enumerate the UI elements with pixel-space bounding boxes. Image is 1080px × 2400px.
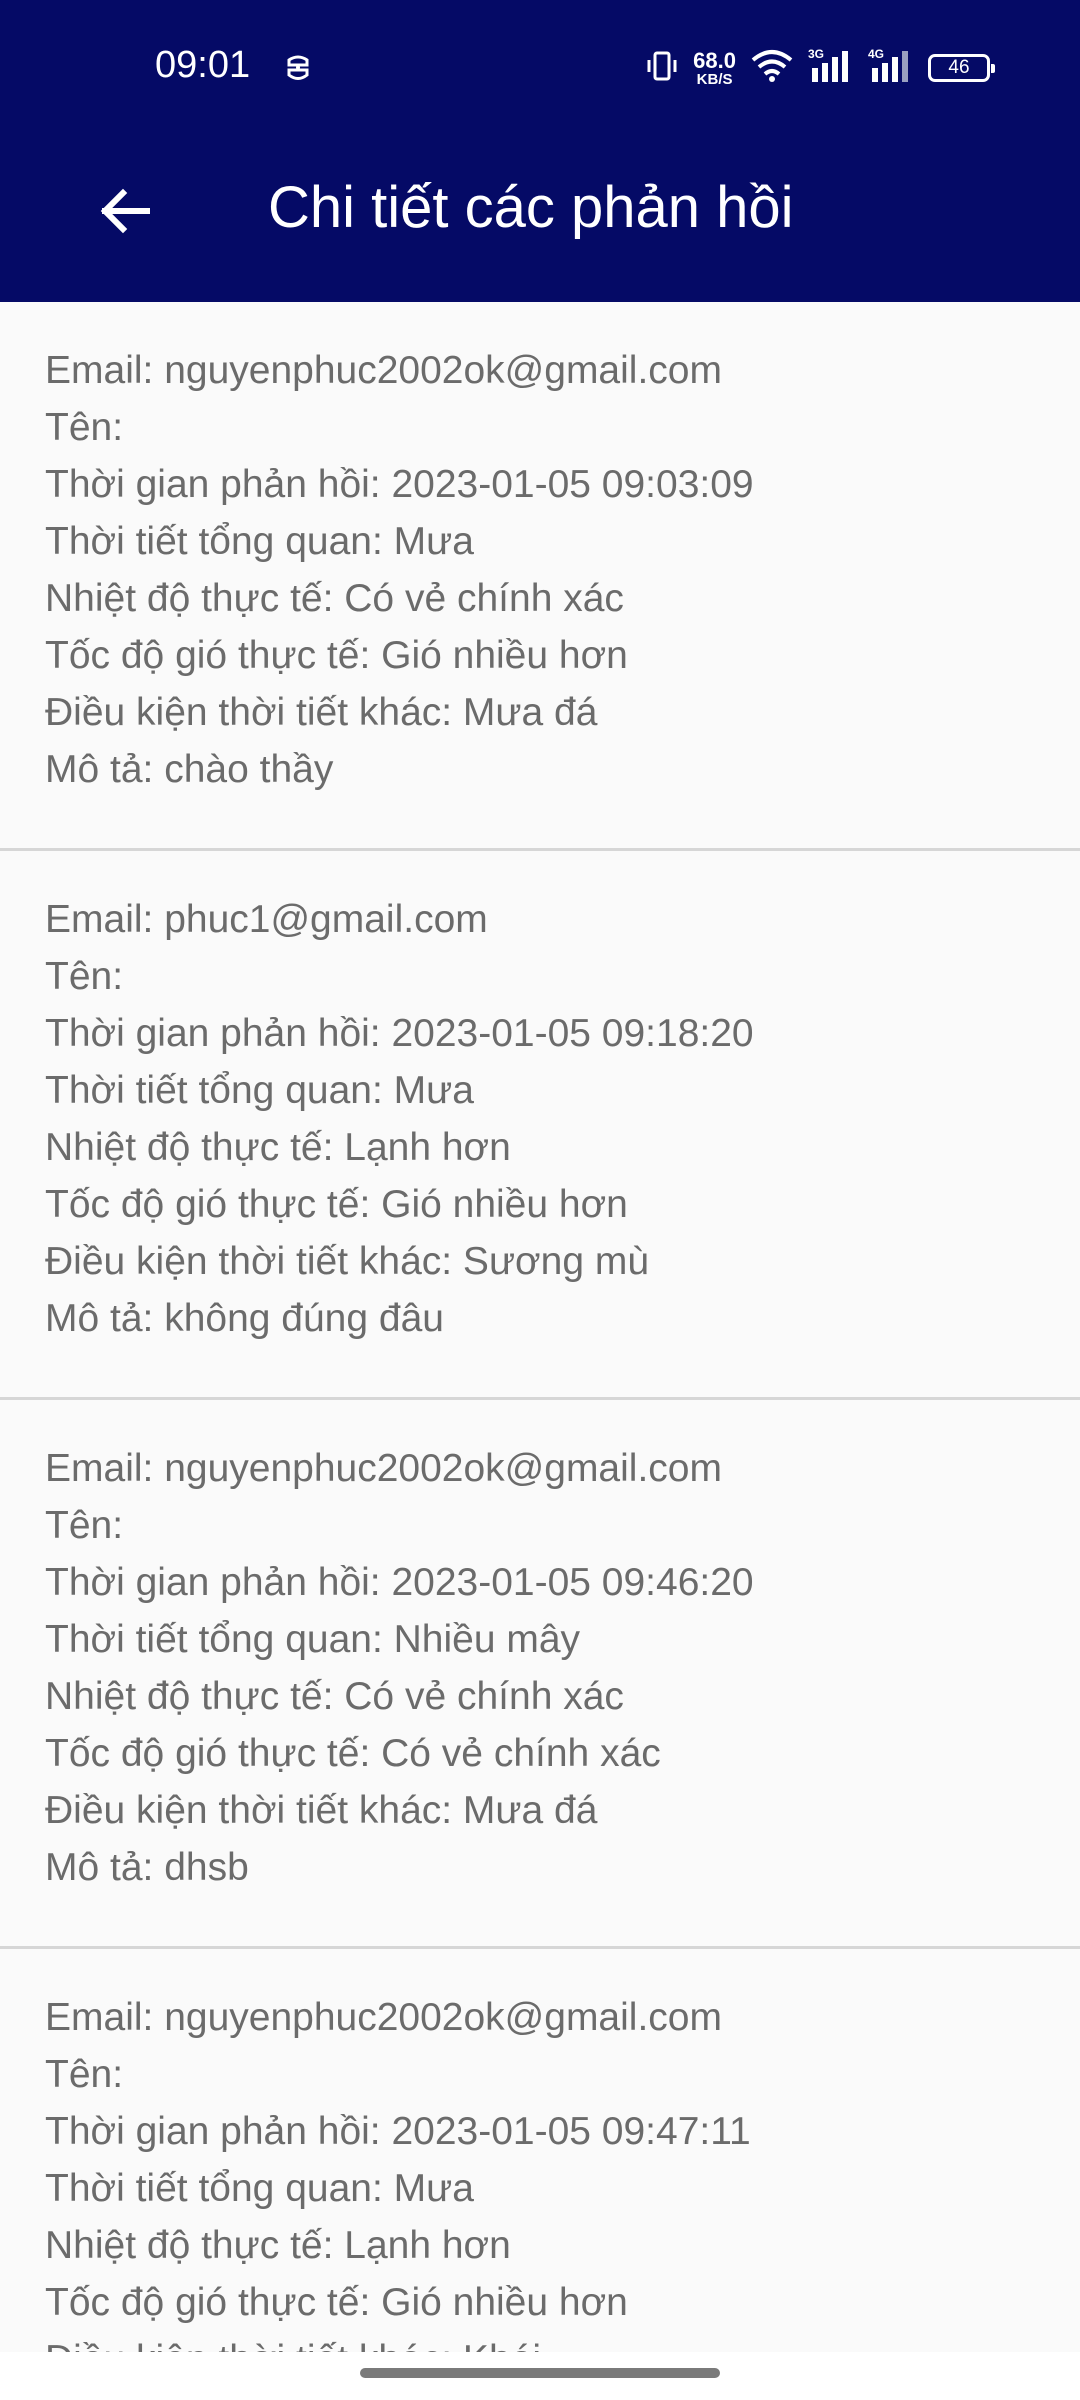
feedback-actual-wind-speed: Tốc độ gió thực tế: Gió nhiều hơn [45,2281,628,2324]
feedback-email: Email: phuc1@gmail.com [45,898,488,941]
feedback-actual-temperature: Nhiệt độ thực tế: Có vẻ chính xác [45,1675,624,1718]
feedback-other-conditions: Điều kiện thời tiết khác: Mưa đá [45,691,598,734]
signal-icon: 4G [868,47,914,89]
feedback-time: Thời gian phản hồi: 2023-01-05 09:47:11 [45,2110,751,2153]
signal-icon: 3G [808,47,854,89]
feedback-actual-temperature: Nhiệt độ thực tế: Lạnh hơn [45,2224,511,2267]
status-bar: 09:01 68.0 KB/S 3G 4G 46 [0,0,1080,130]
wifi-icon [750,48,794,89]
feedback-email: Email: nguyenphuc2002ok@gmail.com [45,1447,722,1490]
feedback-actual-temperature: Nhiệt độ thực tế: Lạnh hơn [45,1126,511,1169]
header: 09:01 68.0 KB/S 3G 4G 46 Chi tiết các ph… [0,0,1080,302]
net-speed-unit: KB/S [696,70,733,88]
feedback-item[interactable]: Email: nguyenphuc2002ok@gmail.com Tên: T… [0,1400,1080,1949]
feedback-actual-wind-speed: Tốc độ gió thực tế: Gió nhiều hơn [45,634,628,677]
feedback-actual-wind-speed: Tốc độ gió thực tế: Gió nhiều hơn [45,1183,628,1226]
app-bar: Chi tiết các phản hồi [0,130,1080,302]
feedback-description: Mô tả: dhsb [45,1846,249,1889]
feedback-overall-weather: Thời tiết tổng quan: Nhiều mây [45,1618,581,1661]
feedback-time: Thời gian phản hồi: 2023-01-05 09:46:20 [45,1561,754,1604]
feedback-description: Mô tả: chào thầy [45,748,334,791]
arrow-left-icon [97,183,153,244]
feedback-overall-weather: Thời tiết tổng quan: Mưa [45,1069,474,1112]
feedback-overall-weather: Thời tiết tổng quan: Mưa [45,520,474,563]
feedback-name: Tên: [45,1504,124,1547]
feedback-description: Mô tả: không đúng đâu [45,1297,444,1340]
status-time: 09:01 [155,44,251,86]
page-title: Chi tiết các phản hồi [268,175,794,240]
back-button[interactable] [80,168,170,258]
feedback-item[interactable]: Email: nguyenphuc2002ok@gmail.com Tên: T… [0,302,1080,851]
notification-icon [284,52,312,84]
feedback-other-conditions: Điều kiện thời tiết khác: Sương mù [45,1240,650,1283]
feedback-list[interactable]: Email: nguyenphuc2002ok@gmail.com Tên: T… [0,302,1080,2400]
feedback-details-screen: 09:01 68.0 KB/S 3G 4G 46 Chi tiết các ph… [0,0,1080,2400]
status-icons: 68.0 KB/S 3G 4G 46 [645,44,995,92]
home-indicator[interactable] [360,2368,720,2378]
vibrate-icon [645,49,679,88]
feedback-item[interactable]: Email: nguyenphuc2002ok@gmail.com Tên: T… [0,1949,1080,2400]
feedback-name: Tên: [45,955,124,998]
battery-icon: 46 [928,54,995,82]
signal-1-label: 3G [808,48,824,61]
battery-level: 46 [948,57,970,78]
feedback-actual-temperature: Nhiệt độ thực tế: Có vẻ chính xác [45,577,624,620]
feedback-overall-weather: Thời tiết tổng quan: Mưa [45,2167,474,2210]
feedback-name: Tên: [45,2053,124,2096]
network-speed: 68.0 KB/S [693,47,736,88]
feedback-actual-wind-speed: Tốc độ gió thực tế: Có vẻ chính xác [45,1732,661,1775]
signal-2-label: 4G [868,48,884,61]
feedback-email: Email: nguyenphuc2002ok@gmail.com [45,1996,722,2039]
feedback-time: Thời gian phản hồi: 2023-01-05 09:03:09 [45,463,754,506]
feedback-other-conditions: Điều kiện thời tiết khác: Mưa đá [45,1789,598,1832]
navigation-bar [0,2352,1080,2400]
feedback-email: Email: nguyenphuc2002ok@gmail.com [45,349,722,392]
feedback-item[interactable]: Email: phuc1@gmail.com Tên: Thời gian ph… [0,851,1080,1400]
feedback-time: Thời gian phản hồi: 2023-01-05 09:18:20 [45,1012,754,1055]
feedback-name: Tên: [45,406,124,449]
net-speed-value: 68.0 [693,47,736,73]
